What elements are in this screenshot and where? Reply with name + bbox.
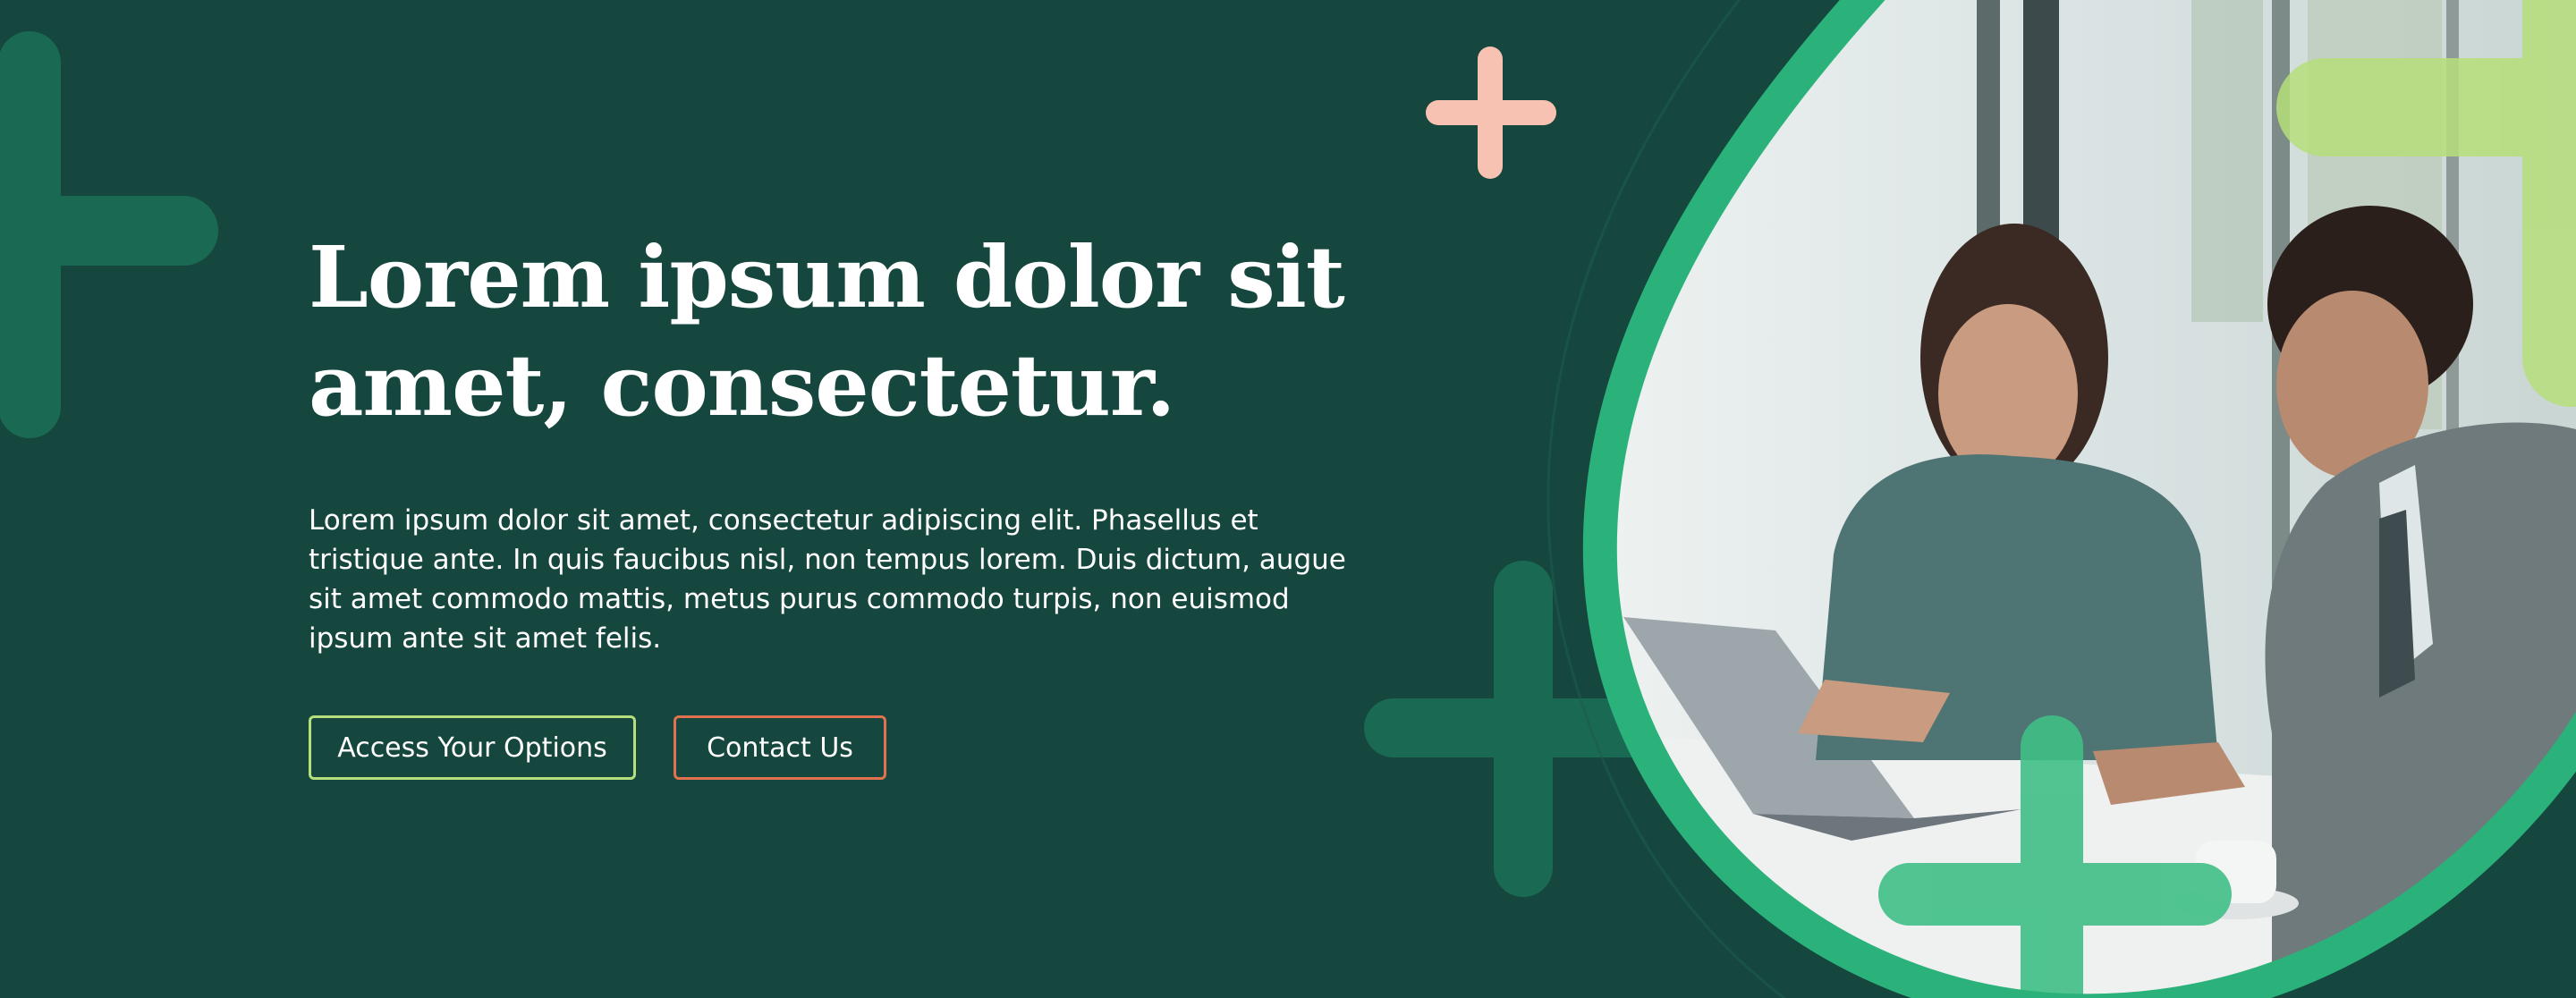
headline-line-1: Lorem ipsum dolor sit	[309, 228, 1345, 327]
hero-section: Lorem ipsum dolor sit amet, consectetur.…	[0, 0, 2576, 998]
access-options-button[interactable]: Access Your Options	[309, 715, 636, 780]
hero-content: Lorem ipsum dolor sit amet, consectetur.…	[309, 224, 1382, 780]
hero-buttons: Access Your Options Contact Us	[309, 715, 1382, 780]
page-title: Lorem ipsum dolor sit amet, consectetur.	[309, 224, 1382, 440]
hero-description: Lorem ipsum dolor sit amet, consectetur …	[309, 504, 1346, 655]
headline-line-2: amet, consectetur.	[309, 336, 1175, 436]
contact-us-button[interactable]: Contact Us	[674, 715, 886, 780]
